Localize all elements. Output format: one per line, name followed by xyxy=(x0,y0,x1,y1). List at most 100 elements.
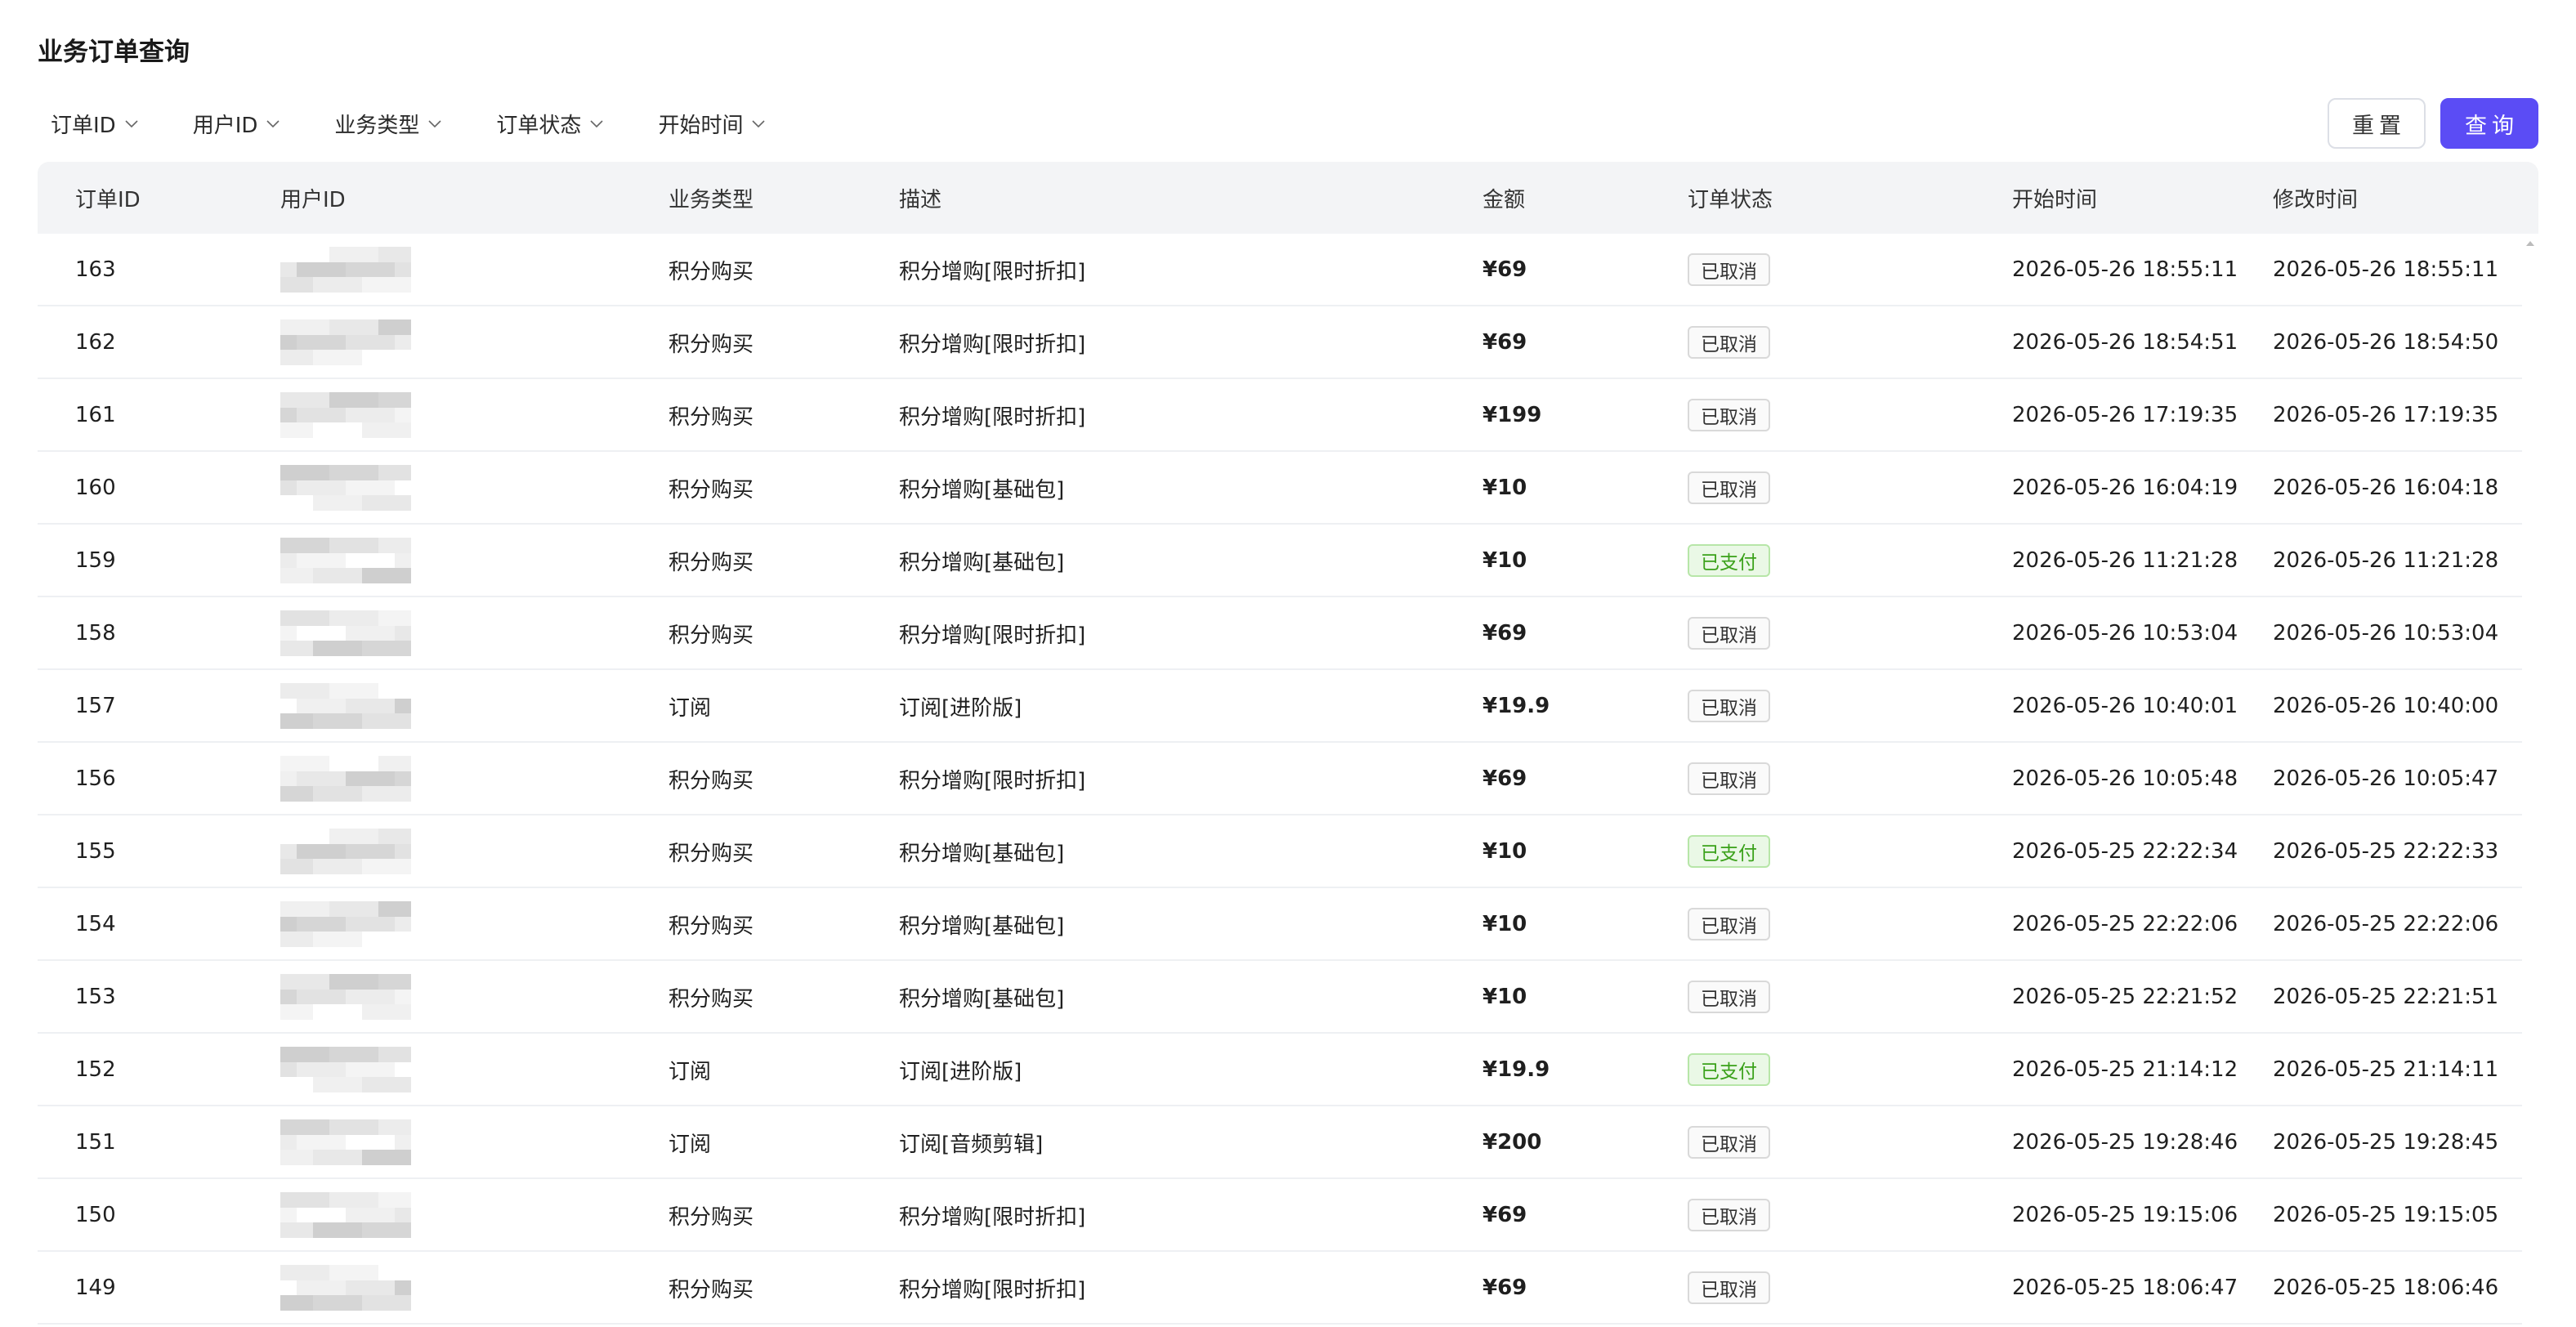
cell-amount: ¥69 xyxy=(1483,766,1527,791)
cell-user-id xyxy=(280,743,411,815)
table-row[interactable]: 152 订阅 订阅[进阶版] ¥19.9 已支付 2026-05-25 21:14:12 2… xyxy=(38,1034,2522,1106)
cell-order-status: 已取消 xyxy=(1688,743,1770,815)
filter-start-time[interactable]: 开始时间 xyxy=(645,109,779,139)
filter-order-status[interactable]: 订单状态 xyxy=(483,109,617,139)
column-header-business-type[interactable]: 业务类型 xyxy=(669,162,754,234)
column-header-modified-time[interactable]: 修改时间 xyxy=(2273,162,2358,234)
table-row[interactable]: 149 积分购买 积分增购[限时折扣] ¥69 已取消 2026-05-25 18:06:… xyxy=(38,1252,2522,1325)
cell-order-status: 已支付 xyxy=(1688,815,1770,887)
cell-amount: ¥10 xyxy=(1483,912,1527,936)
cell-order-id: 157 xyxy=(75,694,116,718)
reset-button[interactable]: 重置 xyxy=(2328,98,2426,149)
cell-order-id: 162 xyxy=(75,330,116,355)
cell-description: 积分增购[限时折扣] xyxy=(899,768,1086,793)
order-query-page: 业务订单查询 订单ID 用户ID 业务类型 订单状态 开始时间 重置 查询 订单… xyxy=(0,0,2576,1327)
cell-description: 积分增购[限时折扣] xyxy=(899,332,1086,357)
cell-start-time: 2026-05-25 18:06:47 xyxy=(2012,1276,2238,1300)
cell-user-id xyxy=(280,1106,411,1178)
cell-business-type: 积分购买 xyxy=(669,986,754,1012)
cell-modified-time: 2026-05-25 22:22:33 xyxy=(2273,839,2499,864)
chevron-down-icon xyxy=(751,116,766,131)
filter-label: 用户ID xyxy=(192,113,258,138)
column-header-user-id[interactable]: 用户ID xyxy=(280,162,346,234)
table-row[interactable]: 163 积分购买 积分增购[限时折扣] ¥69 已取消 2026-05-26 18:55:… xyxy=(38,234,2522,306)
table-row[interactable]: 156 积分购买 积分增购[限时折扣] ¥69 已取消 2026-05-26 10:05:… xyxy=(38,743,2522,815)
cell-order-id: 163 xyxy=(75,257,116,282)
column-header-amount[interactable]: 金额 xyxy=(1483,162,1525,234)
table-row[interactable]: 160 积分购买 积分增购[基础包] ¥10 已取消 2026-05-26 16:04:1… xyxy=(38,452,2522,525)
cell-amount: ¥69 xyxy=(1483,1203,1527,1227)
table-row[interactable]: 154 积分购买 积分增购[基础包] ¥10 已取消 2026-05-25 22:22:0… xyxy=(38,888,2522,961)
chevron-down-icon xyxy=(124,116,139,131)
redacted-user-id-mosaic xyxy=(280,610,411,656)
status-badge: 已取消 xyxy=(1688,399,1770,431)
filter-user-id[interactable]: 用户ID xyxy=(180,109,294,139)
vertical-scrollbar[interactable] xyxy=(2522,234,2538,1327)
cell-order-status: 已取消 xyxy=(1688,452,1770,524)
cell-order-status: 已取消 xyxy=(1688,1106,1770,1178)
cell-start-time: 2026-05-26 17:19:35 xyxy=(2012,403,2238,427)
filter-label: 业务类型 xyxy=(334,113,420,138)
cell-business-type: 积分购买 xyxy=(669,841,754,866)
cell-modified-time: 2026-05-25 19:28:45 xyxy=(2273,1130,2499,1155)
action-buttons: 重置 查询 xyxy=(2328,98,2538,149)
search-button[interactable]: 查询 xyxy=(2440,98,2538,149)
table-row[interactable]: 159 积分购买 积分增购[基础包] ¥10 已支付 2026-05-26 11:21:2… xyxy=(38,525,2522,597)
cell-start-time: 2026-05-26 18:55:11 xyxy=(2012,257,2238,282)
column-header-order-id[interactable]: 订单ID xyxy=(75,162,141,234)
cell-business-type: 积分购买 xyxy=(669,914,754,939)
table-row[interactable]: 153 积分购买 积分增购[基础包] ¥10 已取消 2026-05-25 22:21:5… xyxy=(38,961,2522,1034)
table-header: 订单ID 用户ID 业务类型 描述 金额 订单状态 开始时间 修改时间 xyxy=(38,162,2538,234)
cell-business-type: 积分购买 xyxy=(669,623,754,648)
cell-order-id: 149 xyxy=(75,1276,116,1300)
cell-description: 积分增购[基础包] xyxy=(899,550,1065,575)
cell-order-status: 已取消 xyxy=(1688,961,1770,1033)
status-badge: 已支付 xyxy=(1688,835,1770,868)
cell-user-id xyxy=(280,1252,411,1324)
cell-amount: ¥69 xyxy=(1483,257,1527,282)
column-header-order-status[interactable]: 订单状态 xyxy=(1688,162,1773,234)
status-badge: 已取消 xyxy=(1688,762,1770,795)
cell-description: 积分增购[限时折扣] xyxy=(899,1204,1086,1230)
table-row[interactable]: 162 积分购买 积分增购[限时折扣] ¥69 已取消 2026-05-26 18:54:… xyxy=(38,306,2522,379)
cell-business-type: 订阅 xyxy=(669,1132,712,1157)
cell-business-type: 积分购买 xyxy=(669,550,754,575)
cell-description: 积分增购[限时折扣] xyxy=(899,1277,1086,1302)
filter-business-type[interactable]: 业务类型 xyxy=(321,109,455,139)
table-row[interactable]: 158 积分购买 积分增购[限时折扣] ¥69 已取消 2026-05-26 10:53:… xyxy=(38,597,2522,670)
cell-business-type: 积分购买 xyxy=(669,477,754,503)
cell-amount: ¥69 xyxy=(1483,1276,1527,1300)
table-row[interactable]: 157 订阅 订阅[进阶版] ¥19.9 已取消 2026-05-26 10:40:01 2… xyxy=(38,670,2522,743)
redacted-user-id-mosaic xyxy=(280,1192,411,1238)
cell-order-id: 161 xyxy=(75,403,116,427)
status-badge: 已支付 xyxy=(1688,1053,1770,1086)
column-header-description[interactable]: 描述 xyxy=(899,162,941,234)
cell-description: 积分增购[基础包] xyxy=(899,841,1065,866)
column-header-start-time[interactable]: 开始时间 xyxy=(2012,162,2097,234)
redacted-user-id-mosaic xyxy=(280,319,411,365)
table-row[interactable]: 155 积分购买 积分增购[基础包] ¥10 已支付 2026-05-25 22:22:3… xyxy=(38,815,2522,888)
cell-amount: ¥10 xyxy=(1483,548,1527,573)
cell-order-status: 已取消 xyxy=(1688,597,1770,669)
table-row[interactable]: 161 积分购买 积分增购[限时折扣] ¥199 已取消 2026-05-26 17:19… xyxy=(38,379,2522,452)
cell-start-time: 2026-05-26 10:40:01 xyxy=(2012,694,2238,718)
scroll-up-arrow-icon[interactable] xyxy=(2525,239,2535,248)
cell-order-status: 已取消 xyxy=(1688,379,1770,451)
cell-description: 订阅[进阶版] xyxy=(899,1059,1022,1084)
cell-user-id xyxy=(280,670,411,742)
status-badge: 已取消 xyxy=(1688,471,1770,504)
cell-start-time: 2026-05-25 22:22:06 xyxy=(2012,912,2238,936)
table-row[interactable]: 150 积分购买 积分增购[限时折扣] ¥69 已取消 2026-05-25 19:15:… xyxy=(38,1179,2522,1252)
filter-bar: 订单ID 用户ID 业务类型 订单状态 开始时间 xyxy=(38,106,807,141)
cell-order-id: 153 xyxy=(75,985,116,1009)
cell-order-id: 158 xyxy=(75,621,116,646)
filter-order-id[interactable]: 订单ID xyxy=(38,109,152,139)
cell-order-id: 160 xyxy=(75,476,116,500)
cell-description: 订阅[进阶版] xyxy=(899,695,1022,721)
cell-business-type: 积分购买 xyxy=(669,1204,754,1230)
cell-amount: ¥69 xyxy=(1483,621,1527,646)
redacted-user-id-mosaic xyxy=(280,392,411,438)
table-row[interactable]: 151 订阅 订阅[音频剪辑] ¥200 已取消 2026-05-25 19:28:46 2… xyxy=(38,1106,2522,1179)
cell-order-status: 已取消 xyxy=(1688,1179,1770,1251)
cell-start-time: 2026-05-26 18:54:51 xyxy=(2012,330,2238,355)
